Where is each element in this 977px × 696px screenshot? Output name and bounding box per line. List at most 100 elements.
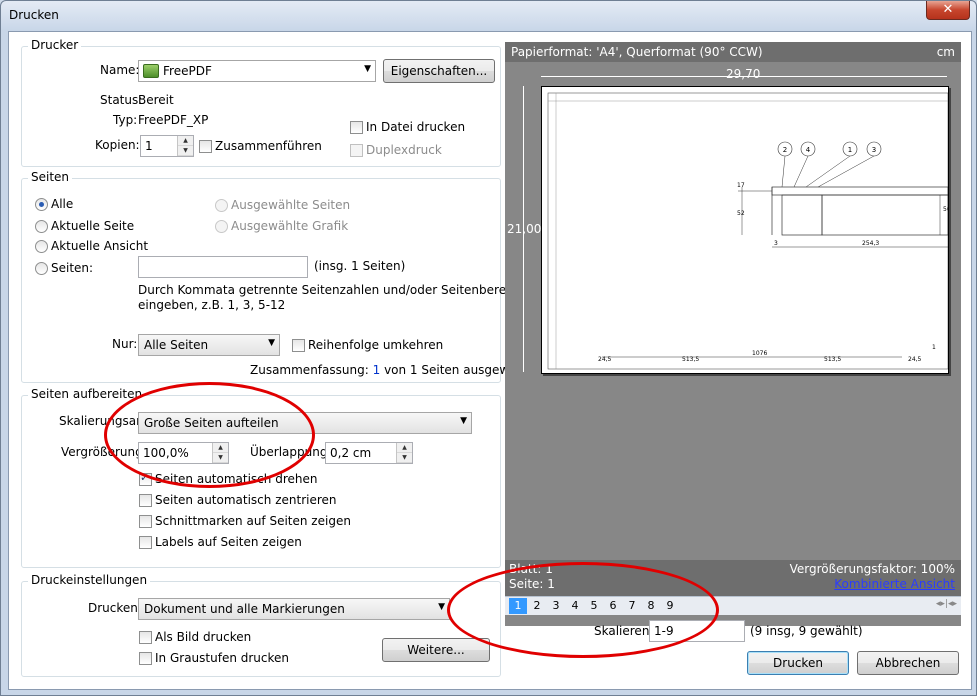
summary-label: Zusammenfassung: (250, 363, 369, 377)
balloon-leader (793, 155, 809, 188)
print-to-file-label[interactable]: In Datei drucken (366, 120, 465, 134)
combined-view-link[interactable]: Kombinierte Ansicht (834, 577, 955, 591)
cancel-button-label: Abbrechen (875, 656, 941, 670)
balloon-leader (781, 155, 786, 188)
window-title: Drucken (9, 8, 59, 22)
summary-value: 1 (372, 363, 381, 377)
as-image-checkbox[interactable] (139, 631, 152, 644)
scale-info: (9 insg, 9 gewählt) (750, 624, 863, 638)
properties-button-label: Eigenschaften... (390, 64, 488, 78)
only-label: Nur: (112, 337, 138, 351)
printer-group: Drucker Name: FreePDF ▼ Eigenschaften...… (21, 38, 501, 167)
balloon-leader (805, 155, 851, 188)
printer-select[interactable]: FreePDF ▼ (138, 60, 376, 82)
overlap-value: 0,2 cm (330, 446, 372, 460)
pages-group: Seiten Alle Aktuelle Seite Aktuelle Ansi… (21, 170, 532, 383)
print-settings-group-title: Druckeinstellungen (28, 573, 151, 587)
page-nav-icon[interactable]: ◂▸|◂▸ (936, 599, 957, 609)
as-image-label[interactable]: Als Bild drucken (155, 630, 251, 644)
more-button-label: Weitere... (407, 643, 465, 657)
dimension-label: 24,5 (908, 356, 922, 363)
part-body (781, 194, 823, 236)
chevron-down-icon: ▼ (438, 602, 445, 612)
print-what-value: Dokument und alle Markierungen (144, 602, 345, 616)
copies-spin[interactable]: ▲ ▼ (177, 136, 193, 156)
dimension-label: 254,3 (862, 240, 879, 247)
radio-current-page[interactable] (35, 220, 48, 233)
radio-selected-pages[interactable] (215, 199, 228, 212)
overlap-stepper[interactable]: 0,2 cm ▲ ▼ (325, 442, 413, 464)
cut-marks-label[interactable]: Schnittmarken auf Seiten zeigen (155, 514, 351, 528)
part-body (771, 186, 948, 196)
annotation-ellipse (104, 382, 315, 488)
spin-down-icon[interactable]: ▼ (178, 146, 193, 156)
dimension-label: 17 (737, 182, 745, 189)
print-button-label: Drucken (773, 656, 823, 670)
radio-pages-label[interactable]: Seiten: (51, 261, 93, 275)
close-icon[interactable]: ✕ (943, 2, 954, 17)
chevron-down-icon: ▼ (364, 64, 371, 74)
radio-all-label[interactable]: Alle (51, 197, 73, 211)
pages-range-input[interactable] (138, 256, 308, 278)
grayscale-label[interactable]: In Graustufen drucken (155, 651, 289, 665)
reverse-checkbox[interactable] (292, 339, 305, 352)
printer-icon (143, 64, 159, 78)
properties-button[interactable]: Eigenschaften... (383, 59, 495, 83)
print-what-select[interactable]: Dokument und alle Markierungen ▼ (138, 598, 450, 620)
cancel-button[interactable]: Abbrechen (857, 651, 959, 675)
only-value: Alle Seiten (144, 338, 209, 352)
radio-current-view[interactable] (35, 240, 48, 253)
dimension-label: 52 (737, 210, 745, 217)
radio-all[interactable] (35, 198, 48, 211)
printer-group-title: Drucker (28, 38, 82, 52)
annotation-ellipse (447, 562, 719, 658)
only-select[interactable]: Alle Seiten ▼ (138, 334, 280, 356)
copies-label: Kopien: (95, 138, 140, 152)
type-label: Typ: (113, 113, 138, 127)
radio-current-view-label[interactable]: Aktuelle Ansicht (51, 239, 148, 253)
reverse-label[interactable]: Reihenfolge umkehren (308, 338, 443, 352)
radio-current-page-label[interactable]: Aktuelle Seite (51, 219, 134, 233)
balloon-label: 4 (806, 146, 811, 154)
print-preview: Papierformat: 'A4', Querformat (90° CCW)… (505, 42, 961, 626)
collate-label[interactable]: Zusammenführen (215, 139, 322, 153)
spin-down-icon[interactable]: ▼ (397, 453, 412, 463)
labels-checkbox[interactable] (139, 536, 152, 549)
print-to-file-checkbox[interactable] (350, 121, 363, 134)
duplex-checkbox[interactable] (350, 144, 363, 157)
dimension-label: 1076 (752, 350, 767, 357)
spin-up-icon[interactable]: ▲ (178, 136, 193, 146)
chevron-down-icon: ▼ (268, 338, 275, 348)
collate-checkbox[interactable] (199, 140, 212, 153)
radio-selected-graphic[interactable] (215, 220, 228, 233)
page-processing-group-title: Seiten aufbereiten (28, 387, 146, 401)
labels-label[interactable]: Labels auf Seiten zeigen (155, 535, 302, 549)
width-dimension: 29,70 (726, 67, 761, 81)
dimension-label: 1 (932, 344, 936, 351)
pages-group-title: Seiten (28, 170, 73, 184)
radio-selected-dot (39, 202, 44, 207)
status-value: Bereit (138, 93, 174, 107)
auto-center-checkbox[interactable] (139, 494, 152, 507)
print-what-label: Drucken: (88, 601, 142, 615)
overlap-spin[interactable]: ▲ ▼ (396, 443, 412, 463)
dimension-label: 513,5 (824, 356, 841, 363)
status-label: Status: (100, 93, 143, 107)
radio-pages[interactable] (35, 262, 48, 275)
more-button[interactable]: Weitere... (382, 638, 490, 662)
balloon-label: 1 (848, 146, 852, 154)
zoom-factor: Vergrößerungsfaktor: 100% (789, 562, 955, 576)
balloon-leader (817, 155, 875, 188)
copies-stepper[interactable]: 1 ▲ ▼ (140, 135, 194, 157)
cut-marks-checkbox[interactable] (139, 515, 152, 528)
print-button[interactable]: Drucken (747, 651, 849, 675)
height-dimension: 21,00 (507, 222, 542, 236)
close-button[interactable]: ✕ (926, 1, 970, 20)
spin-up-icon[interactable]: ▲ (397, 443, 412, 453)
title-bar: Drucken ✕ (1, 1, 976, 31)
grayscale-checkbox[interactable] (139, 652, 152, 665)
auto-center-label[interactable]: Seiten automatisch zentrieren (155, 493, 337, 507)
dialog-client: Drucker Name: FreePDF ▼ Eigenschaften...… (8, 31, 972, 690)
pages-hint: Durch Kommata getrennte Seitenzahlen und… (138, 283, 532, 297)
paper-format: Papierformat: 'A4', Querformat (90° CCW) (511, 45, 763, 59)
